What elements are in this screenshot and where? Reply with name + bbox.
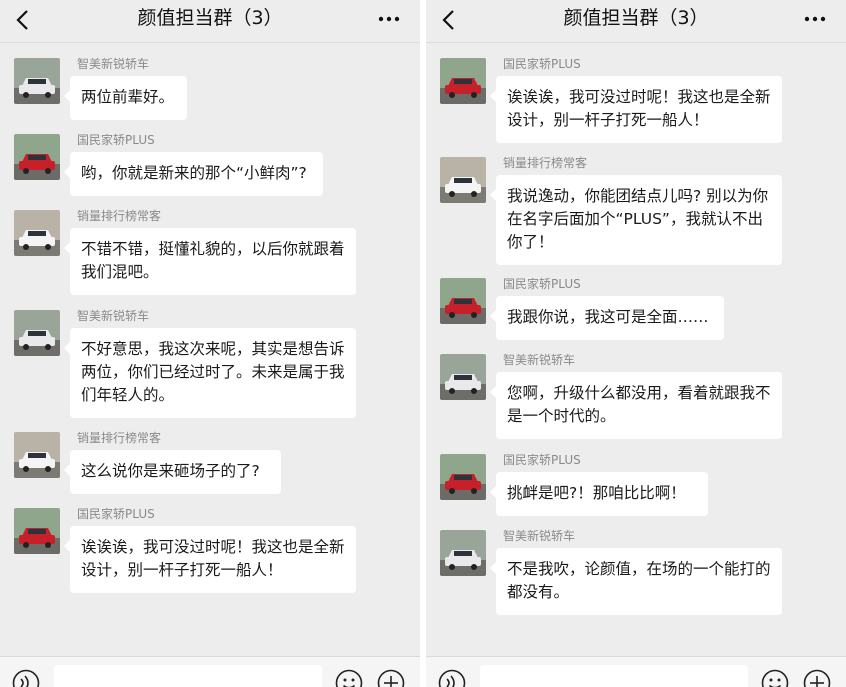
sender-name: 国民家轿PLUS	[77, 133, 155, 147]
chat-screen-right: 颜值担当群（3） 国民家轿PLUS 诶诶诶，我可没过时呢！我这也是全新设计，别一…	[426, 0, 846, 687]
message-bubble[interactable]: 不错不错，挺懂礼貌的，以后你就跟着我们混吧。	[64, 228, 356, 295]
chat-header: 颜值担当群（3）	[0, 0, 420, 43]
voice-icon[interactable]	[438, 669, 466, 687]
message-bubble[interactable]: 不好意思，我这次来呢，其实是想告诉两位，你们已经过时了。未来是属于我们年轻人的。	[64, 328, 356, 418]
voice-icon[interactable]	[12, 669, 40, 687]
sender-name: 销量排行榜常客	[77, 209, 162, 223]
sender-name: 智美新锐轿车	[503, 529, 576, 543]
sender-name: 智美新锐轿车	[503, 353, 576, 367]
avatar-red-sedan[interactable]	[440, 278, 486, 324]
avatar-white-sedan[interactable]	[14, 310, 60, 356]
avatar-white-sedan[interactable]	[14, 210, 60, 256]
message-bubble[interactable]: 您啊，升级什么都没用，看着就跟我不是一个时代的。	[490, 372, 782, 439]
input-bar	[426, 656, 846, 687]
sender-name: 销量排行榜常客	[77, 431, 162, 445]
more-dots-icon[interactable]	[378, 6, 400, 30]
chat-title: 颜值担当群（3）	[563, 7, 709, 29]
chat-header: 颜值担当群（3）	[426, 0, 846, 43]
emoji-icon[interactable]	[761, 669, 789, 687]
message-input[interactable]	[54, 665, 322, 687]
input-bar	[0, 656, 420, 687]
message-bubble[interactable]: 诶诶诶，我可没过时呢！我这也是全新设计，别一杆子打死一船人！	[64, 526, 356, 593]
message-bubble[interactable]: 挑衅是吧?！那咱比比啊！	[490, 472, 708, 516]
avatar-white-sedan[interactable]	[440, 530, 486, 576]
emoji-icon[interactable]	[335, 669, 363, 687]
message-bubble[interactable]: 诶诶诶，我可没过时呢！我这也是全新设计，别一杆子打死一船人！	[490, 76, 782, 143]
message-input[interactable]	[480, 665, 748, 687]
avatar-white-sedan[interactable]	[14, 58, 60, 104]
message-bubble[interactable]: 这么说你是来砸场子的了?	[64, 450, 281, 494]
plus-icon[interactable]	[803, 669, 831, 687]
sender-name: 销量排行榜常客	[503, 156, 588, 170]
more-dots-icon[interactable]	[804, 6, 826, 30]
avatar-red-sedan[interactable]	[14, 134, 60, 180]
chat-screen-left: 颜值担当群（3） 智美新锐轿车 两位前辈好。 国民家轿PLUS 哟，你就是新来的…	[0, 0, 420, 687]
avatar-red-sedan[interactable]	[440, 454, 486, 500]
sender-name: 国民家轿PLUS	[503, 453, 581, 467]
message-bubble[interactable]: 我跟你说，我这可是全面……	[490, 296, 724, 340]
avatar-white-sedan[interactable]	[14, 432, 60, 478]
avatar-red-sedan[interactable]	[440, 58, 486, 104]
message-bubble[interactable]: 不是我吹，论颜值，在场的一个能打的都没有。	[490, 548, 782, 615]
sender-name: 智美新锐轿车	[77, 309, 150, 323]
avatar-white-sedan[interactable]	[440, 354, 486, 400]
sender-name: 国民家轿PLUS	[503, 57, 581, 71]
sender-name: 国民家轿PLUS	[77, 507, 155, 521]
message-bubble[interactable]: 我说逸动，你能团结点儿吗? 别以为你在名字后面加个“PLUS”，我就认不出你了！	[490, 175, 782, 265]
sender-name: 智美新锐轿车	[77, 57, 150, 71]
message-bubble[interactable]: 两位前辈好。	[64, 76, 187, 120]
chat-title: 颜值担当群（3）	[137, 7, 283, 29]
plus-icon[interactable]	[377, 669, 405, 687]
avatar-white-sedan[interactable]	[440, 157, 486, 203]
message-bubble[interactable]: 哟，你就是新来的那个“小鲜肉”?	[64, 152, 323, 196]
avatar-red-sedan[interactable]	[14, 508, 60, 554]
sender-name: 国民家轿PLUS	[503, 277, 581, 291]
